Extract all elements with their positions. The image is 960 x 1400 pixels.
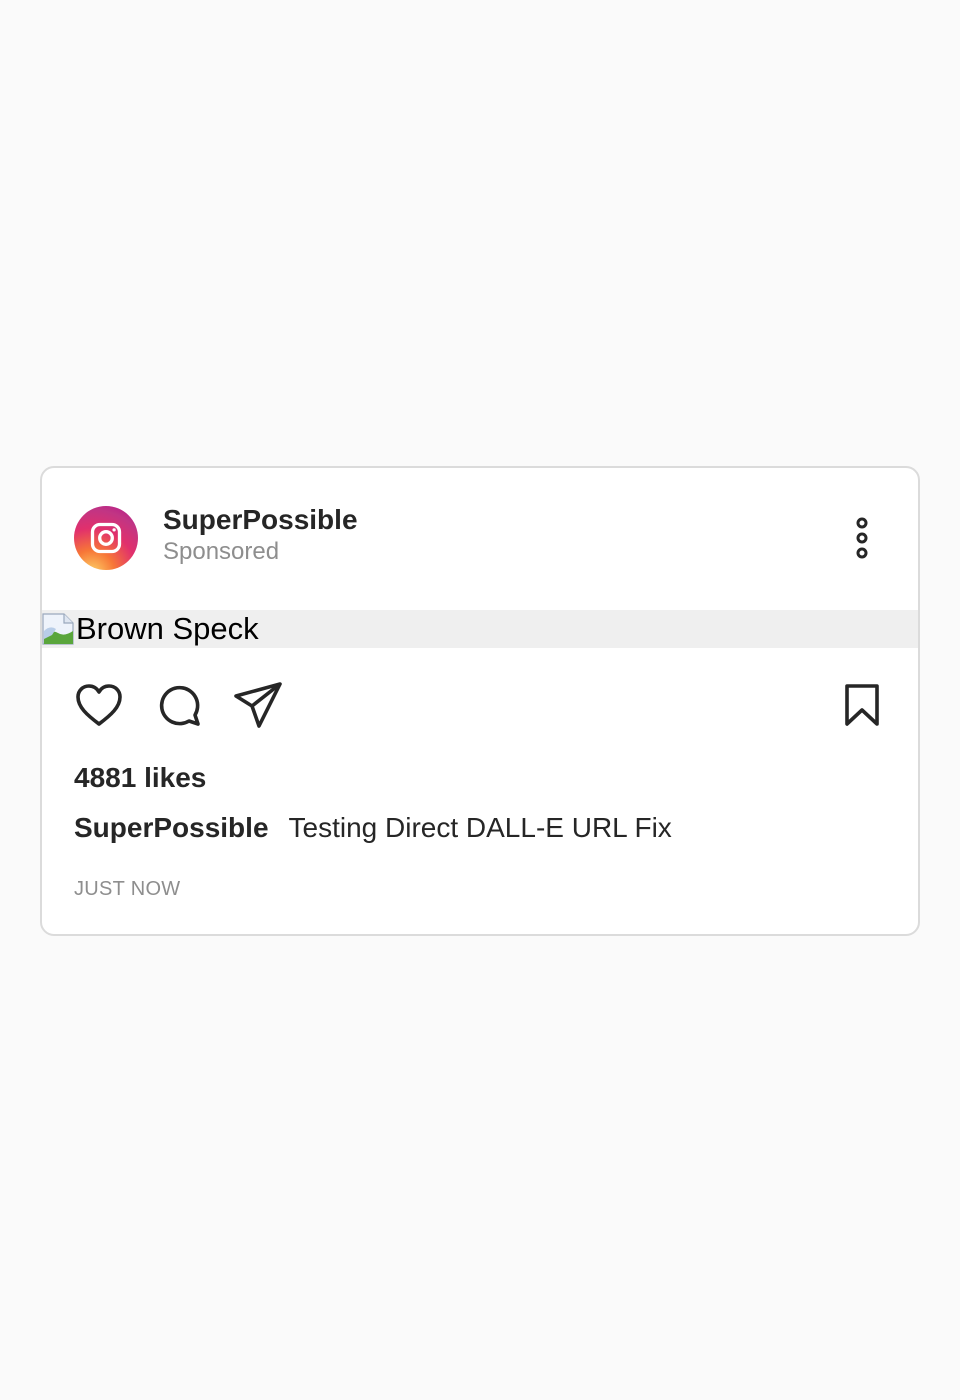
post-timestamp: JUST NOW — [74, 878, 181, 900]
post-header: SuperPossible Sponsored — [42, 468, 918, 610]
caption-text: Testing Direct DALL-E URL Fix — [288, 812, 672, 843]
post-author-name[interactable]: SuperPossible — [163, 504, 358, 536]
broken-image-icon — [42, 613, 74, 645]
avatar[interactable] — [74, 506, 138, 570]
paper-plane-icon — [234, 682, 282, 728]
more-options-button[interactable] — [842, 512, 882, 564]
instagram-logo-icon — [90, 522, 122, 554]
heart-icon — [76, 684, 122, 726]
comment-button[interactable] — [156, 680, 202, 730]
like-button[interactable] — [74, 680, 124, 730]
save-button[interactable] — [842, 680, 882, 730]
post-actions — [42, 680, 918, 730]
post-image[interactable]: Brown Speck — [42, 610, 918, 648]
bookmark-icon — [845, 684, 879, 726]
share-button[interactable] — [232, 680, 284, 730]
sponsored-label: Sponsored — [163, 538, 280, 565]
image-alt-text: Brown Speck — [76, 611, 259, 646]
comment-icon — [159, 685, 200, 726]
caption-username[interactable]: SuperPossible — [74, 812, 269, 843]
like-count[interactable]: 4881 likes — [74, 760, 206, 796]
post-card: SuperPossible Sponsored Brown Speck 4881… — [40, 466, 920, 936]
more-vertical-icon — [856, 517, 868, 559]
post-caption: SuperPossible Testing Direct DALL-E URL F… — [74, 810, 672, 846]
